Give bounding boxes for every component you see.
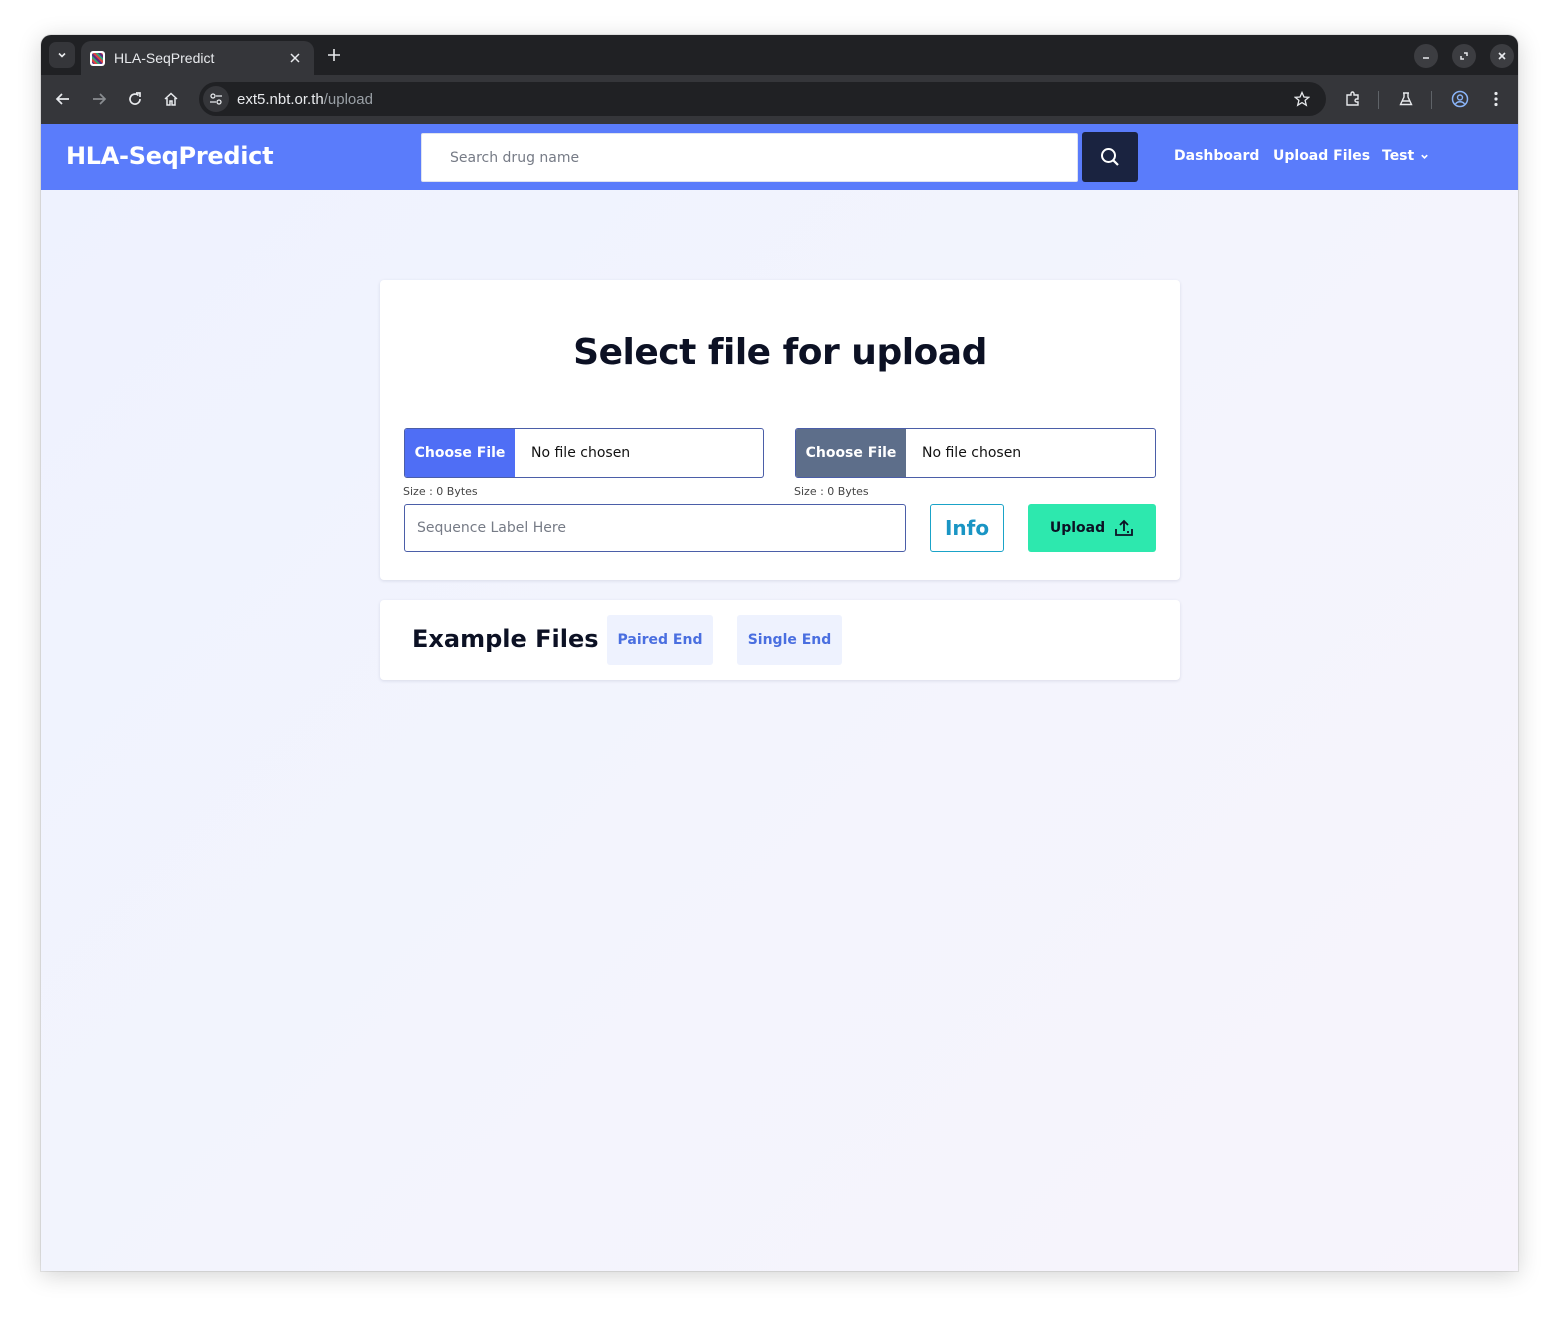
example-files-card: Example Files : Paired End Single End — [380, 600, 1180, 680]
reload-icon[interactable] — [123, 87, 147, 111]
profile-avatar-icon[interactable] — [1448, 87, 1472, 111]
back-arrow-icon[interactable] — [51, 87, 75, 111]
file-size-1: Size : 0 Bytes — [403, 485, 478, 498]
chevron-down-icon — [1421, 154, 1428, 159]
minimize-icon[interactable] — [1414, 44, 1438, 68]
chevron-down-icon — [58, 52, 66, 58]
new-tab-plus-icon[interactable] — [323, 44, 345, 66]
home-icon[interactable] — [159, 87, 183, 111]
info-button[interactable]: Info — [930, 504, 1004, 552]
browser-toolbar: ext5.nbt.or.th/upload — [41, 75, 1518, 124]
choose-file-button-2[interactable]: Choose File — [796, 429, 906, 477]
toolbar-divider — [1431, 91, 1432, 109]
more-vert-icon[interactable] — [1484, 87, 1508, 111]
file-status-1: No file chosen — [531, 445, 631, 461]
choose-file-button-1[interactable]: Choose File — [405, 429, 515, 477]
bookmark-star-icon[interactable] — [1292, 89, 1312, 109]
tab-title: HLA-SeqPredict — [114, 50, 215, 66]
url-text: ext5.nbt.or.th/upload — [237, 91, 373, 108]
upload-icon — [1115, 519, 1134, 536]
site-navbar: HLA-SeqPredict Dashboard Upload Files Te… — [41, 124, 1518, 190]
sequence-label-input[interactable] — [404, 504, 906, 552]
forward-arrow-icon[interactable] — [87, 87, 111, 111]
upload-button[interactable]: Upload — [1028, 504, 1156, 552]
drug-search-input[interactable] — [421, 133, 1078, 182]
file-input-1[interactable]: Choose File No file chosen — [404, 428, 764, 478]
upload-card: Select file for upload Choose File No fi… — [380, 280, 1180, 580]
browser-window: HLA-SeqPredict ext5.nbt.or.th/upload HLA… — [41, 35, 1518, 1271]
user-menu-dropdown[interactable]: Test — [1382, 148, 1429, 164]
file-status-2: No file chosen — [922, 445, 1022, 461]
address-bar[interactable]: ext5.nbt.or.th/upload — [199, 82, 1326, 116]
single-end-example-button[interactable]: Single End — [737, 615, 842, 665]
search-icon — [1101, 148, 1119, 166]
url-path: /upload — [323, 90, 373, 108]
site-settings-icon[interactable] — [203, 86, 229, 112]
nav-link-dashboard[interactable]: Dashboard — [1174, 148, 1259, 164]
tab-search-button[interactable] — [49, 42, 75, 68]
browser-tab[interactable]: HLA-SeqPredict — [81, 41, 314, 75]
file-input-2[interactable]: Choose File No file chosen — [795, 428, 1156, 478]
file-size-2: Size : 0 Bytes — [794, 485, 869, 498]
paired-end-example-button[interactable]: Paired End — [607, 615, 713, 665]
tab-strip: HLA-SeqPredict — [41, 35, 1518, 75]
nav-link-upload-files[interactable]: Upload Files — [1273, 148, 1370, 164]
labs-flask-icon[interactable] — [1394, 87, 1418, 111]
restore-icon[interactable] — [1452, 44, 1476, 68]
toolbar-divider — [1378, 91, 1379, 109]
upload-button-label: Upload — [1049, 520, 1106, 536]
example-files-label: Example Files : — [412, 625, 617, 653]
user-menu-label: Test — [1382, 148, 1415, 164]
close-window-icon[interactable] — [1490, 44, 1514, 68]
search-button[interactable] — [1082, 132, 1138, 182]
brand-logo[interactable]: HLA-SeqPredict — [66, 142, 274, 170]
page-content: HLA-SeqPredict Dashboard Upload Files Te… — [41, 124, 1518, 1271]
url-host: ext5.nbt.or.th — [237, 90, 324, 108]
extensions-icon[interactable] — [1341, 87, 1365, 111]
tab-close-icon[interactable] — [286, 49, 304, 67]
site-favicon-icon — [90, 50, 105, 66]
page-title: Select file for upload — [573, 332, 987, 373]
